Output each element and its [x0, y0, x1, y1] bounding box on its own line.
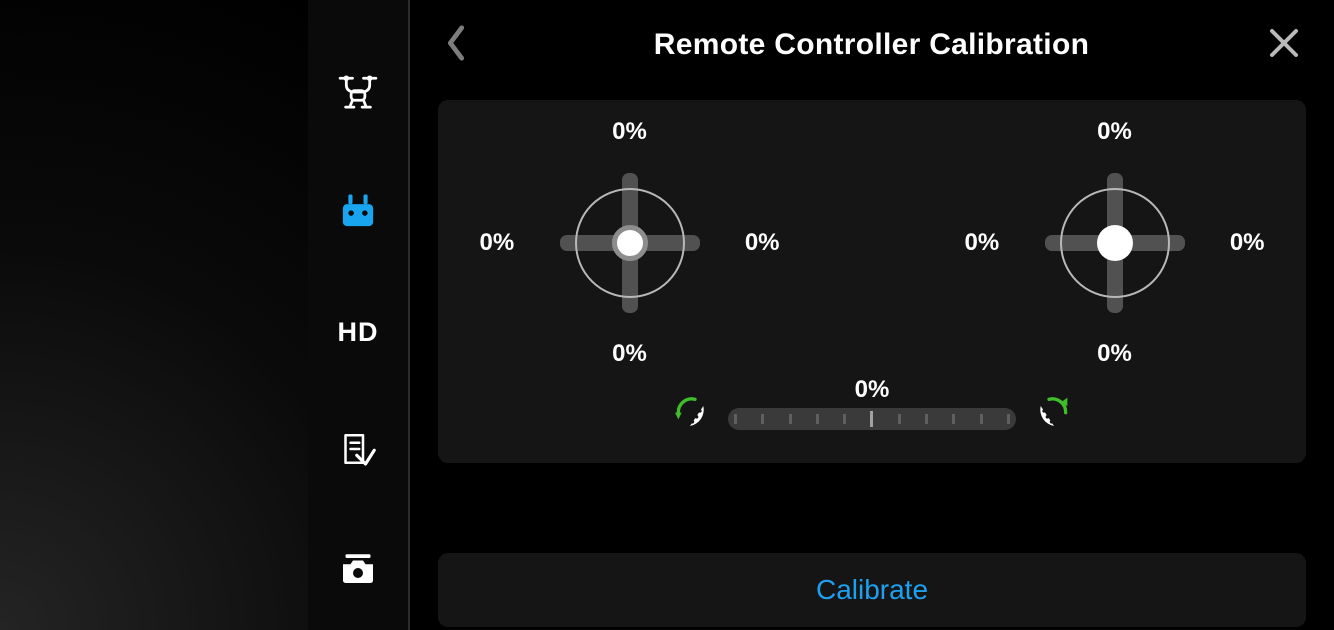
left-stick-left-value: 0%: [480, 229, 515, 257]
left-stick-knob: [612, 225, 648, 261]
right-stick-up-value: 0%: [1097, 118, 1132, 146]
calibration-readout-card: 0% 0% 0% 0% 0% 0% 0%: [438, 100, 1306, 463]
gimbal-wheel-readout: 0%: [468, 370, 1276, 435]
gimbal-wheel-value: 0%: [855, 376, 890, 404]
left-stick-down-value: 0%: [612, 340, 647, 368]
main-panel: Remote Controller Calibration 0% 0%: [410, 0, 1334, 630]
settings-sidebar: HD: [308, 0, 408, 630]
sidebar-item-aircraft[interactable]: [308, 35, 408, 154]
right-stick-gauge: [1045, 173, 1185, 313]
left-stick-right-value: 0%: [745, 229, 780, 257]
camera-icon: [338, 548, 378, 593]
dial-ccw-icon: [670, 370, 710, 435]
right-stick-left-value: 0%: [965, 229, 1000, 257]
right-stick-readout: 0% 0% 0% 0%: [965, 118, 1265, 368]
right-stick-right-value: 0%: [1230, 229, 1265, 257]
chevron-left-icon: [444, 24, 468, 67]
left-stick-gauge: [560, 173, 700, 313]
sidebar-item-hd[interactable]: HD: [308, 273, 408, 392]
close-icon: [1268, 27, 1300, 64]
right-stick-down-value: 0%: [1097, 340, 1132, 368]
left-stick-up-value: 0%: [612, 118, 647, 146]
sidebar-item-battery-check[interactable]: [308, 392, 408, 511]
checklist-icon: [338, 429, 378, 474]
sidebar-item-camera[interactable]: [308, 511, 408, 630]
back-button[interactable]: [430, 19, 482, 71]
hd-icon: HD: [338, 317, 379, 348]
calibrate-button-label: Calibrate: [816, 574, 928, 606]
panel-title: Remote Controller Calibration: [482, 28, 1261, 62]
calibrate-button[interactable]: Calibrate: [438, 553, 1306, 627]
drone-icon: [336, 70, 380, 119]
dial-cw-icon: [1034, 370, 1074, 435]
remote-controller-icon: [336, 189, 380, 238]
sidebar-item-rc[interactable]: [308, 154, 408, 273]
right-stick-knob: [1097, 225, 1133, 261]
backdrop-spacer: [0, 0, 308, 630]
gimbal-wheel-gauge: [728, 408, 1016, 430]
panel-header: Remote Controller Calibration: [410, 0, 1334, 90]
left-stick-readout: 0% 0% 0% 0%: [480, 118, 780, 368]
close-button[interactable]: [1261, 23, 1306, 68]
